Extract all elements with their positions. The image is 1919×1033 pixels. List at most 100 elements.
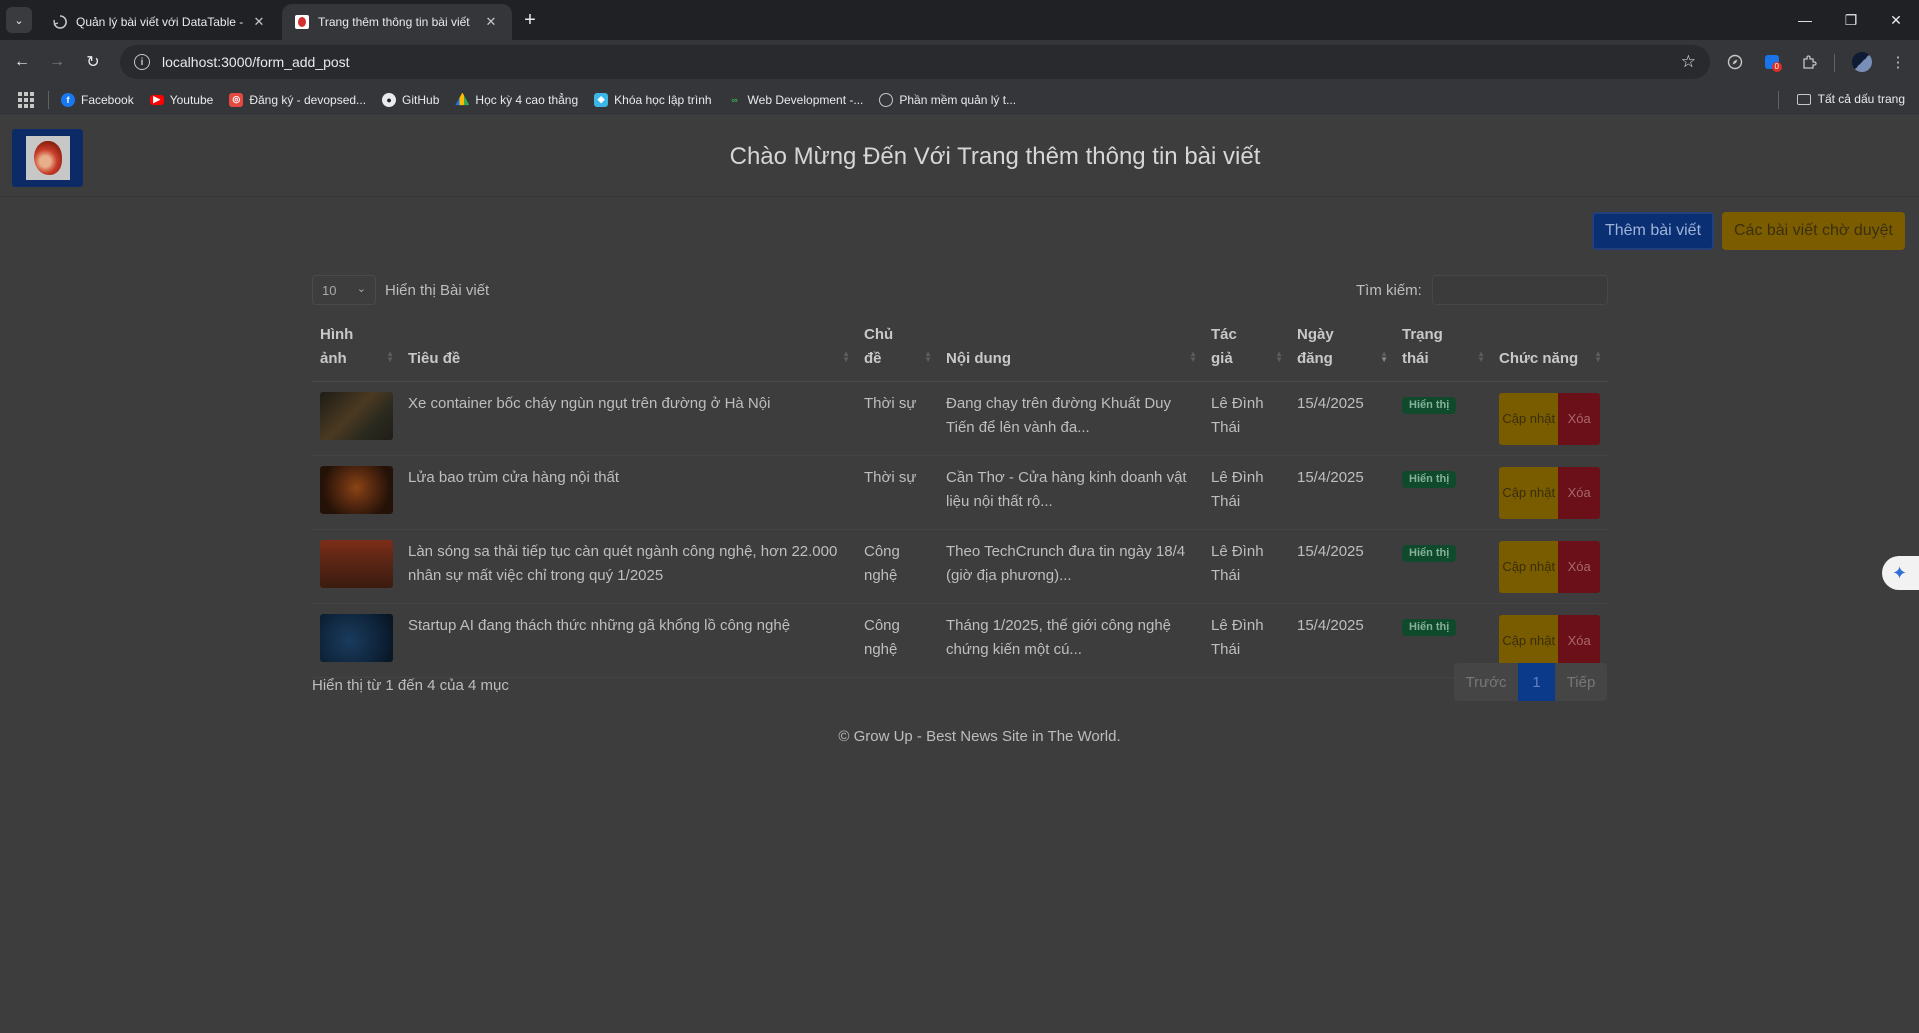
page-length-select[interactable]: 10 ⌄ [312,275,376,305]
apps-grid-icon[interactable] [18,91,34,108]
floating-assistant-icon[interactable]: ✦ [1882,556,1919,590]
prev-page-button[interactable]: Trước [1454,663,1518,701]
post-thumbnail [320,392,393,440]
tab-search-button[interactable]: ⌄ [6,7,32,33]
sort-icon: ▲ ▼ [924,349,932,364]
bookmark-label: Facebook [81,92,134,107]
bookmark-hoc-ky-4[interactable]: Học kỳ 4 cao thẳng [455,92,579,107]
column-header-title[interactable]: Tiêu đề ▲ ▼ [400,317,856,382]
page-1-button[interactable]: 1 [1518,663,1555,701]
column-header-status[interactable]: Trạng thái ▲ ▼ [1394,317,1491,382]
cell-title: Startup AI đang thách thức những gã khổn… [400,603,856,678]
puzzle-extensions-icon[interactable] [1798,51,1820,73]
column-header-label: Hình ảnh [320,326,354,367]
forward-arrow-icon[interactable]: → [45,50,69,74]
chevron-down-icon: ⌄ [356,283,366,295]
bookmarks-bar: f Facebook ▶ Youtube ◎ Đăng ký - devopse… [0,84,1919,116]
column-header-actions[interactable]: Chức năng ▲ ▼ [1491,317,1608,382]
cell-author: Lê Đình Thái [1203,455,1289,530]
facebook-icon: f [61,92,75,107]
url-text[interactable]: localhost:3000/form_add_post [162,54,350,70]
update-button[interactable]: Cập nhật [1499,615,1559,667]
profile-avatar[interactable] [1852,52,1872,72]
bookmark-facebook[interactable]: f Facebook [61,92,134,107]
table-info-text: Hiển thị từ 1 đến 4 của 4 mục [312,677,509,694]
add-post-button[interactable]: Thêm bài viết [1592,212,1714,250]
bookmark-label: Học kỳ 4 cao thẳng [475,92,579,107]
pending-posts-button[interactable]: Các bài viết chờ duyệt [1722,212,1905,250]
column-header-image[interactable]: Hình ảnh ▲ ▼ [312,317,400,382]
browser-tab-2[interactable]: Trang thêm thông tin bài viết ✕ [282,4,512,40]
address-bar[interactable]: i localhost:3000/form_add_post ☆ [120,45,1710,79]
sort-desc-icon: ▲ ▼ [1380,349,1388,364]
column-header-topic[interactable]: Chủ đề ▲ ▼ [856,317,938,382]
search-input[interactable] [1432,275,1608,305]
next-page-button[interactable]: Tiếp [1555,663,1607,701]
site-info-icon[interactable]: i [134,54,150,70]
delete-button[interactable]: Xóa [1558,467,1600,519]
bookmark-label: Đăng ký - devopsed... [249,92,367,107]
bookmark-khoa-hoc[interactable]: ◆ Khóa học lập trình [594,92,712,107]
delete-button[interactable]: Xóa [1558,615,1600,667]
site-header: Chào Mừng Đến Với Trang thêm thông tin b… [0,117,1919,197]
bookmark-github[interactable]: ● GitHub [382,92,439,107]
cell-content: Đang chạy trên đường Khuất Duy Tiến để l… [938,381,1203,456]
cell-status: Hiển thị [1394,381,1491,456]
footer-text: © Grow Up - Best News Site in The World. [838,728,1121,745]
bookmark-phan-mem[interactable]: Phần mềm quản lý t... [879,92,1017,107]
all-bookmarks-button[interactable]: Tất cả dấu trang [1796,92,1905,106]
browser-toolbar: ← → ↻ i localhost:3000/form_add_post ☆ 0… [0,40,1919,84]
bookmark-youtube[interactable]: ▶ Youtube [149,93,213,107]
more-menu-icon[interactable]: ⋮ [1887,51,1909,73]
update-button[interactable]: Cập nhật [1499,467,1559,519]
restore-icon[interactable]: ❐ [1828,8,1874,32]
devopsedu-icon: ◎ [229,92,244,107]
delete-button[interactable]: Xóa [1558,393,1600,445]
close-tab-icon[interactable]: ✕ [250,13,268,31]
bookmark-star-icon[interactable]: ☆ [1681,52,1696,72]
minimize-icon[interactable]: — [1782,8,1828,32]
chevron-down-icon: ⌄ [14,14,24,27]
bookmarks-divider [1778,91,1779,109]
column-header-content[interactable]: Nội dung ▲ ▼ [938,317,1203,382]
browser-tab-1[interactable]: Quản lý bài viết với DataTable - ✕ [40,4,280,40]
update-button[interactable]: Cập nhật [1499,393,1559,445]
update-button[interactable]: Cập nhật [1499,541,1559,593]
extension-app-icon[interactable]: 0 [1761,51,1783,73]
sort-icon: ▲ ▼ [1594,349,1602,364]
page-length-value: 10 [322,282,337,298]
sort-icon: ▲ ▼ [842,349,850,364]
post-thumbnail [320,540,393,588]
cell-actions: Cập nhật Xóa [1491,455,1608,530]
delete-button[interactable]: Xóa [1558,541,1600,593]
bookmark-label: Phần mềm quản lý t... [899,92,1017,107]
column-header-label: Chủ đề [864,326,894,367]
column-header-author[interactable]: Tác giả ▲ ▼ [1203,317,1289,382]
site-footer: © Grow Up - Best News Site in The World. [0,728,1919,745]
table-row: Làn sóng sa thải tiếp tục càn quét ngành… [312,529,1608,604]
cell-topic: Công nghệ [856,603,938,678]
bookmark-label: Web Development -... [747,92,864,107]
cell-image [312,603,400,678]
cell-topic: Công nghệ [856,529,938,604]
cell-author: Lê Đình Thái [1203,603,1289,678]
webdev-icon: ∞ [731,94,738,105]
column-header-date[interactable]: Ngày đăng ▲ ▼ [1289,317,1394,382]
toolbar-divider [1834,54,1835,72]
column-header-label: Tác giả [1211,326,1237,367]
new-tab-button[interactable]: + [518,8,542,32]
status-badge: Hiển thị [1402,471,1457,488]
reload-icon[interactable]: ↻ [81,50,105,74]
cell-title: Làn sóng sa thải tiếp tục càn quét ngành… [400,529,856,604]
window-close-icon[interactable]: ✕ [1873,8,1919,32]
cell-date: 15/4/2025 [1289,529,1394,604]
tab-title: Quản lý bài viết với DataTable - [76,15,244,29]
bookmark-web-development[interactable]: ∞ Web Development -... [728,92,864,107]
back-arrow-icon[interactable]: ← [10,50,34,74]
bookmark-label: Khóa học lập trình [614,92,712,107]
bookmark-devopsedu[interactable]: ◎ Đăng ký - devopsed... [229,92,367,107]
close-tab-icon[interactable]: ✕ [482,13,500,31]
compass-extension-icon[interactable] [1724,51,1746,73]
cell-date: 15/4/2025 [1289,381,1394,456]
course-icon: ◆ [594,92,609,107]
